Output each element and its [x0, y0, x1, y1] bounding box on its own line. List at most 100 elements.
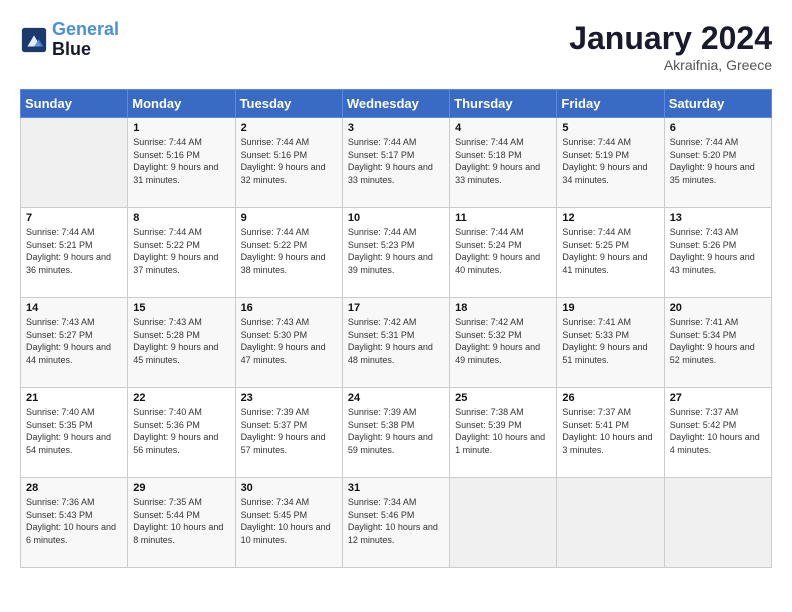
day-info: Sunrise: 7:44 AM Sunset: 5:24 PM Dayligh… [455, 226, 551, 276]
day-number: 4 [455, 122, 551, 134]
day-number: 3 [348, 122, 444, 134]
day-info: Sunrise: 7:39 AM Sunset: 5:37 PM Dayligh… [241, 406, 337, 456]
calendar-cell [450, 478, 557, 568]
day-number: 31 [348, 482, 444, 494]
day-info: Sunrise: 7:44 AM Sunset: 5:21 PM Dayligh… [26, 226, 122, 276]
header-saturday: Saturday [664, 90, 771, 118]
calendar-cell: 14Sunrise: 7:43 AM Sunset: 5:27 PM Dayli… [21, 298, 128, 388]
day-info: Sunrise: 7:44 AM Sunset: 5:22 PM Dayligh… [241, 226, 337, 276]
calendar-cell: 8Sunrise: 7:44 AM Sunset: 5:22 PM Daylig… [128, 208, 235, 298]
calendar-cell: 4 Sunrise: 7:44 AM Sunset: 5:18 PM Daylig… [450, 118, 557, 208]
calendar-cell: 17 Sunrise: 7:42 AM Sunset: 5:31 PM Dayli… [342, 298, 449, 388]
calendar-cell [664, 478, 771, 568]
day-info: Sunrise: 7:43 AM Sunset: 5:26 PM Dayligh… [670, 226, 766, 276]
day-number: 25 [455, 392, 551, 404]
day-number: 11 [455, 212, 551, 224]
header-wednesday: Wednesday [342, 90, 449, 118]
day-number: 14 [26, 302, 122, 314]
day-number: 29 [133, 482, 229, 494]
day-number: 15 [133, 302, 229, 314]
calendar-cell: 27 Sunrise: 7:37 AM Sunset: 5:42 PM Dayli… [664, 388, 771, 478]
day-number: 2 [241, 122, 337, 134]
day-info: Sunrise: 7:44 AM Sunset: 5:18 PM Dayligh… [455, 136, 551, 186]
calendar-cell: 11 Sunrise: 7:44 AM Sunset: 5:24 PM Dayli… [450, 208, 557, 298]
day-number: 5 [562, 122, 658, 134]
calendar-cell: 25 Sunrise: 7:38 AM Sunset: 5:39 PM Dayli… [450, 388, 557, 478]
calendar-cell: 20 Sunrise: 7:41 AM Sunset: 5:34 PM Dayli… [664, 298, 771, 388]
day-info: Sunrise: 7:41 AM Sunset: 5:33 PM Dayligh… [562, 316, 658, 366]
calendar-cell: 24 Sunrise: 7:39 AM Sunset: 5:38 PM Dayli… [342, 388, 449, 478]
calendar-cell: 31 Sunrise: 7:34 AM Sunset: 5:46 PM Dayli… [342, 478, 449, 568]
calendar-cell [21, 118, 128, 208]
calendar-cell: 3 Sunrise: 7:44 AM Sunset: 5:17 PM Daylig… [342, 118, 449, 208]
day-info: Sunrise: 7:44 AM Sunset: 5:19 PM Dayligh… [562, 136, 658, 186]
day-info: Sunrise: 7:44 AM Sunset: 5:16 PM Dayligh… [241, 136, 337, 186]
day-info: Sunrise: 7:44 AM Sunset: 5:22 PM Dayligh… [133, 226, 229, 276]
calendar-week-5: 28Sunrise: 7:36 AM Sunset: 5:43 PM Dayli… [21, 478, 772, 568]
day-info: Sunrise: 7:44 AM Sunset: 5:16 PM Dayligh… [133, 136, 229, 186]
day-info: Sunrise: 7:44 AM Sunset: 5:17 PM Dayligh… [348, 136, 444, 186]
day-info: Sunrise: 7:43 AM Sunset: 5:28 PM Dayligh… [133, 316, 229, 366]
calendar-cell: 10 Sunrise: 7:44 AM Sunset: 5:23 PM Dayli… [342, 208, 449, 298]
calendar-table: SundayMondayTuesdayWednesdayThursdayFrid… [20, 89, 772, 568]
day-number: 18 [455, 302, 551, 314]
calendar-cell: 18 Sunrise: 7:42 AM Sunset: 5:32 PM Dayli… [450, 298, 557, 388]
calendar-cell: 19 Sunrise: 7:41 AM Sunset: 5:33 PM Dayli… [557, 298, 664, 388]
day-number: 7 [26, 212, 122, 224]
logo-icon [20, 26, 48, 54]
day-number: 21 [26, 392, 122, 404]
calendar-cell: 22Sunrise: 7:40 AM Sunset: 5:36 PM Dayli… [128, 388, 235, 478]
calendar-cell: 16 Sunrise: 7:43 AM Sunset: 5:30 PM Dayli… [235, 298, 342, 388]
title-block: January 2024 Akraifnia, Greece [569, 20, 772, 73]
day-number: 16 [241, 302, 337, 314]
day-number: 9 [241, 212, 337, 224]
day-number: 23 [241, 392, 337, 404]
day-info: Sunrise: 7:38 AM Sunset: 5:39 PM Dayligh… [455, 406, 551, 456]
day-info: Sunrise: 7:34 AM Sunset: 5:46 PM Dayligh… [348, 496, 444, 546]
day-info: Sunrise: 7:43 AM Sunset: 5:30 PM Dayligh… [241, 316, 337, 366]
calendar-cell: 12Sunrise: 7:44 AM Sunset: 5:25 PM Dayli… [557, 208, 664, 298]
calendar-week-4: 21Sunrise: 7:40 AM Sunset: 5:35 PM Dayli… [21, 388, 772, 478]
day-number: 19 [562, 302, 658, 314]
calendar-cell: 15 Sunrise: 7:43 AM Sunset: 5:28 PM Dayli… [128, 298, 235, 388]
day-number: 10 [348, 212, 444, 224]
day-info: Sunrise: 7:34 AM Sunset: 5:45 PM Dayligh… [241, 496, 337, 546]
day-info: Sunrise: 7:37 AM Sunset: 5:41 PM Dayligh… [562, 406, 658, 456]
day-number: 13 [670, 212, 766, 224]
header-tuesday: Tuesday [235, 90, 342, 118]
calendar-cell: 29 Sunrise: 7:35 AM Sunset: 5:44 PM Dayli… [128, 478, 235, 568]
day-number: 17 [348, 302, 444, 314]
day-info: Sunrise: 7:44 AM Sunset: 5:20 PM Dayligh… [670, 136, 766, 186]
calendar-cell: 5 Sunrise: 7:44 AM Sunset: 5:19 PM Daylig… [557, 118, 664, 208]
month-title: January 2024 [569, 20, 772, 57]
calendar-cell: 23 Sunrise: 7:39 AM Sunset: 5:37 PM Dayli… [235, 388, 342, 478]
day-number: 20 [670, 302, 766, 314]
day-info: Sunrise: 7:41 AM Sunset: 5:34 PM Dayligh… [670, 316, 766, 366]
day-number: 28 [26, 482, 122, 494]
day-info: Sunrise: 7:42 AM Sunset: 5:32 PM Dayligh… [455, 316, 551, 366]
day-number: 22 [133, 392, 229, 404]
day-info: Sunrise: 7:35 AM Sunset: 5:44 PM Dayligh… [133, 496, 229, 546]
location: Akraifnia, Greece [569, 57, 772, 73]
day-info: Sunrise: 7:39 AM Sunset: 5:38 PM Dayligh… [348, 406, 444, 456]
day-number: 24 [348, 392, 444, 404]
calendar-cell: 1 Sunrise: 7:44 AM Sunset: 5:16 PM Daylig… [128, 118, 235, 208]
calendar-cell: 13 Sunrise: 7:43 AM Sunset: 5:26 PM Dayli… [664, 208, 771, 298]
calendar-cell: 6 Sunrise: 7:44 AM Sunset: 5:20 PM Daylig… [664, 118, 771, 208]
day-info: Sunrise: 7:42 AM Sunset: 5:31 PM Dayligh… [348, 316, 444, 366]
calendar-cell: 30 Sunrise: 7:34 AM Sunset: 5:45 PM Dayli… [235, 478, 342, 568]
header-friday: Friday [557, 90, 664, 118]
day-number: 6 [670, 122, 766, 134]
day-number: 12 [562, 212, 658, 224]
calendar-header-row: SundayMondayTuesdayWednesdayThursdayFrid… [21, 90, 772, 118]
calendar-cell: 21Sunrise: 7:40 AM Sunset: 5:35 PM Dayli… [21, 388, 128, 478]
calendar-cell: 2 Sunrise: 7:44 AM Sunset: 5:16 PM Daylig… [235, 118, 342, 208]
day-number: 27 [670, 392, 766, 404]
header-sunday: Sunday [21, 90, 128, 118]
logo: General Blue [20, 20, 119, 60]
calendar-cell: 7 Sunrise: 7:44 AM Sunset: 5:21 PM Daylig… [21, 208, 128, 298]
day-info: Sunrise: 7:44 AM Sunset: 5:23 PM Dayligh… [348, 226, 444, 276]
day-number: 30 [241, 482, 337, 494]
day-number: 1 [133, 122, 229, 134]
day-info: Sunrise: 7:37 AM Sunset: 5:42 PM Dayligh… [670, 406, 766, 456]
